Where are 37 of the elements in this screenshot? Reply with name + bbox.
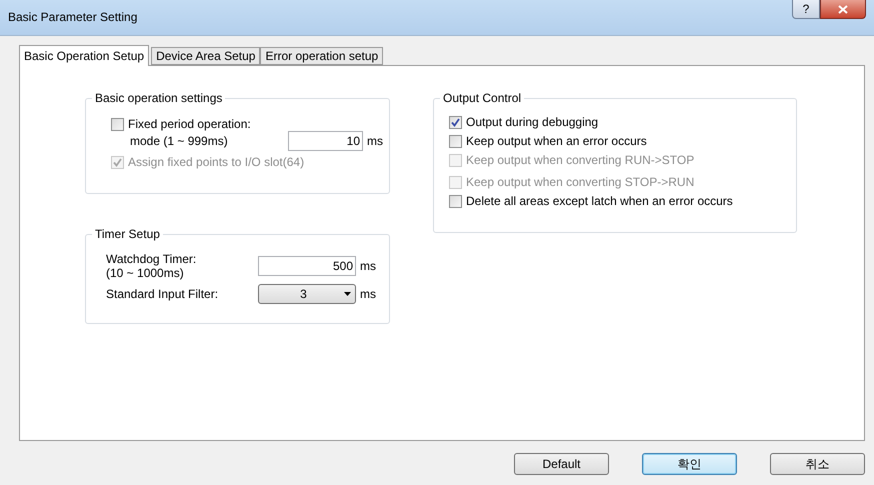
group-title: Basic operation settings xyxy=(92,91,226,105)
checkbox[interactable] xyxy=(449,116,462,128)
range-label: (10 ~ 1000ms) xyxy=(106,266,185,280)
checkbox[interactable] xyxy=(449,194,462,208)
tab[interactable]: Basic Operation Setup xyxy=(19,45,150,66)
checkbox-label: Keep output when converting STOP->RUN xyxy=(466,175,694,189)
field-label: Watchdog Timer: xyxy=(106,252,198,266)
dialog-button[interactable]: Default xyxy=(514,453,609,475)
caret-icon xyxy=(344,292,351,296)
tab[interactable]: Error operation setup xyxy=(260,47,384,65)
close-button[interactable] xyxy=(820,0,866,19)
checkbox-label: Fixed period operation: xyxy=(128,117,251,131)
checkbox[interactable] xyxy=(111,118,124,130)
group-title: Output Control xyxy=(440,91,524,105)
dropdown[interactable]: 3 xyxy=(258,284,356,304)
checkbox-label: Output during debugging xyxy=(466,115,598,129)
range-label: mode (1 ~ 999ms) xyxy=(130,134,229,148)
check-icon xyxy=(113,158,122,166)
checkbox-label: Keep output when converting RUN->STOP xyxy=(466,153,694,167)
unit-label: ms xyxy=(360,287,376,301)
close-icon xyxy=(838,4,848,14)
dialog-button[interactable]: 확인 xyxy=(642,453,737,475)
tab[interactable]: Device Area Setup xyxy=(151,47,260,65)
unit-label: ms xyxy=(367,134,383,148)
checkbox-label: Assign fixed points to I/O slot(64) xyxy=(128,155,304,169)
window-title: Basic Parameter Setting xyxy=(8,10,138,24)
field-label: Standard Input Filter: xyxy=(106,287,220,301)
dialog-button[interactable]: 취소 xyxy=(770,453,865,475)
unit-label: ms xyxy=(360,259,376,273)
checkbox-label: Delete all areas except latch when an error occurs xyxy=(466,194,733,208)
checkbox-label: Keep output when an error occurs xyxy=(466,134,647,148)
help-button[interactable]: ? xyxy=(792,0,820,19)
input-field[interactable]: 500 xyxy=(258,256,356,276)
input-field[interactable]: 10 xyxy=(288,131,363,151)
check-icon xyxy=(451,118,460,126)
checkbox[interactable] xyxy=(449,134,462,148)
group-title: Timer Setup xyxy=(92,227,163,241)
